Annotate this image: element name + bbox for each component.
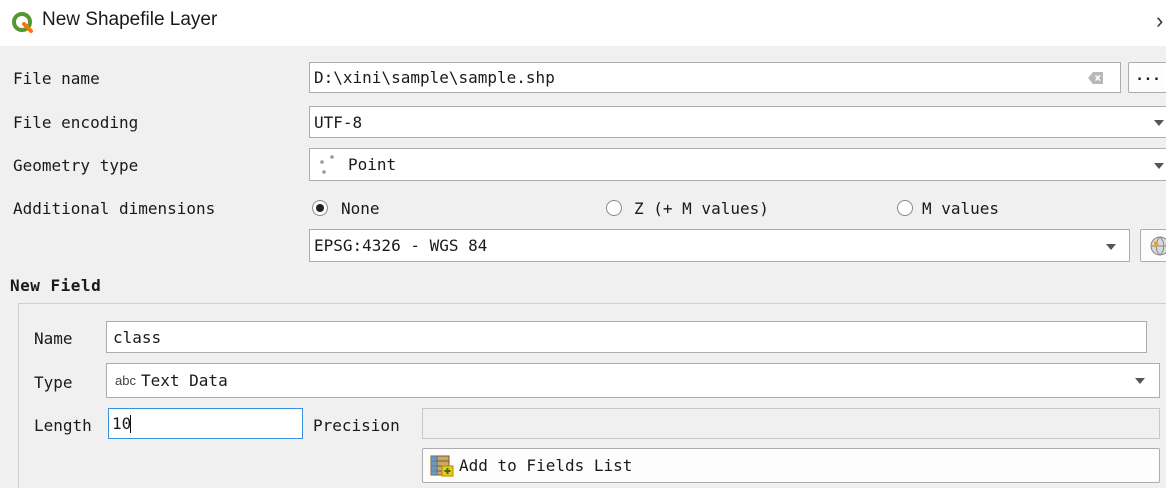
radio-button[interactable] bbox=[312, 200, 328, 216]
chevron-down-icon bbox=[1154, 163, 1164, 169]
text-type-icon: abc bbox=[115, 373, 136, 388]
field-type-label: Type bbox=[34, 373, 73, 392]
file-name-label: File name bbox=[13, 69, 100, 88]
radio-button[interactable] bbox=[606, 200, 622, 216]
radio-m-values-label: M values bbox=[922, 199, 1000, 218]
qgis-logo-icon bbox=[12, 12, 33, 33]
add-to-fields-list-button[interactable]: Add to Fields List bbox=[422, 448, 1160, 483]
geometry-type-value: Point bbox=[348, 155, 397, 174]
add-to-fields-list-label: Add to Fields List bbox=[459, 456, 633, 475]
file-name-input[interactable]: D:\xini\sample\sample.shp bbox=[309, 62, 1121, 93]
radio-z-m-values-label: Z (+ M values) bbox=[634, 199, 769, 218]
field-name-input[interactable]: class bbox=[106, 321, 1147, 353]
field-name-value: class bbox=[113, 327, 162, 347]
file-name-value: D:\xini\sample\sample.shp bbox=[314, 68, 555, 87]
crs-value: EPSG:4326 - WGS 84 bbox=[314, 236, 488, 255]
text-cursor bbox=[130, 415, 131, 433]
chevron-down-icon bbox=[1135, 378, 1145, 384]
field-length-input[interactable]: 10 bbox=[108, 408, 303, 439]
field-type-value: Text Data bbox=[141, 371, 228, 390]
field-type-combo[interactable]: abc Text Data bbox=[106, 363, 1160, 398]
file-encoding-label: File encoding bbox=[13, 113, 139, 132]
close-icon[interactable]: › bbox=[1156, 8, 1163, 34]
geometry-type-combo[interactable]: Point bbox=[309, 148, 1166, 181]
radio-none-label: None bbox=[341, 199, 380, 218]
radio-none[interactable]: None bbox=[312, 199, 402, 219]
point-geometry-icon bbox=[320, 155, 334, 174]
globe-icon bbox=[1150, 236, 1166, 256]
chevron-down-icon bbox=[1154, 120, 1164, 126]
window-title: New Shapefile Layer bbox=[42, 9, 218, 30]
crs-combo[interactable]: EPSG:4326 - WGS 84 bbox=[309, 229, 1130, 262]
field-precision-label: Precision bbox=[313, 416, 400, 435]
clear-text-icon[interactable] bbox=[1088, 71, 1104, 85]
geometry-type-label: Geometry type bbox=[13, 156, 139, 175]
crs-select-button[interactable] bbox=[1140, 229, 1166, 262]
additional-dimensions-label: Additional dimensions bbox=[13, 199, 216, 218]
field-precision-input[interactable] bbox=[422, 408, 1160, 439]
field-length-value: 10 bbox=[112, 414, 132, 433]
file-encoding-combo[interactable]: UTF-8 bbox=[309, 106, 1166, 138]
radio-z-m-values[interactable]: Z (+ M values) bbox=[606, 199, 806, 219]
chevron-down-icon bbox=[1106, 244, 1116, 250]
radio-m-values[interactable]: M values bbox=[897, 199, 1037, 219]
field-name-label: Name bbox=[34, 329, 73, 348]
browse-button[interactable]: ... bbox=[1128, 62, 1166, 93]
new-field-group-title: New Field bbox=[10, 276, 102, 295]
radio-button[interactable] bbox=[897, 200, 913, 216]
add-field-icon bbox=[430, 455, 454, 477]
field-length-label: Length bbox=[34, 416, 92, 435]
file-encoding-value: UTF-8 bbox=[314, 112, 363, 132]
